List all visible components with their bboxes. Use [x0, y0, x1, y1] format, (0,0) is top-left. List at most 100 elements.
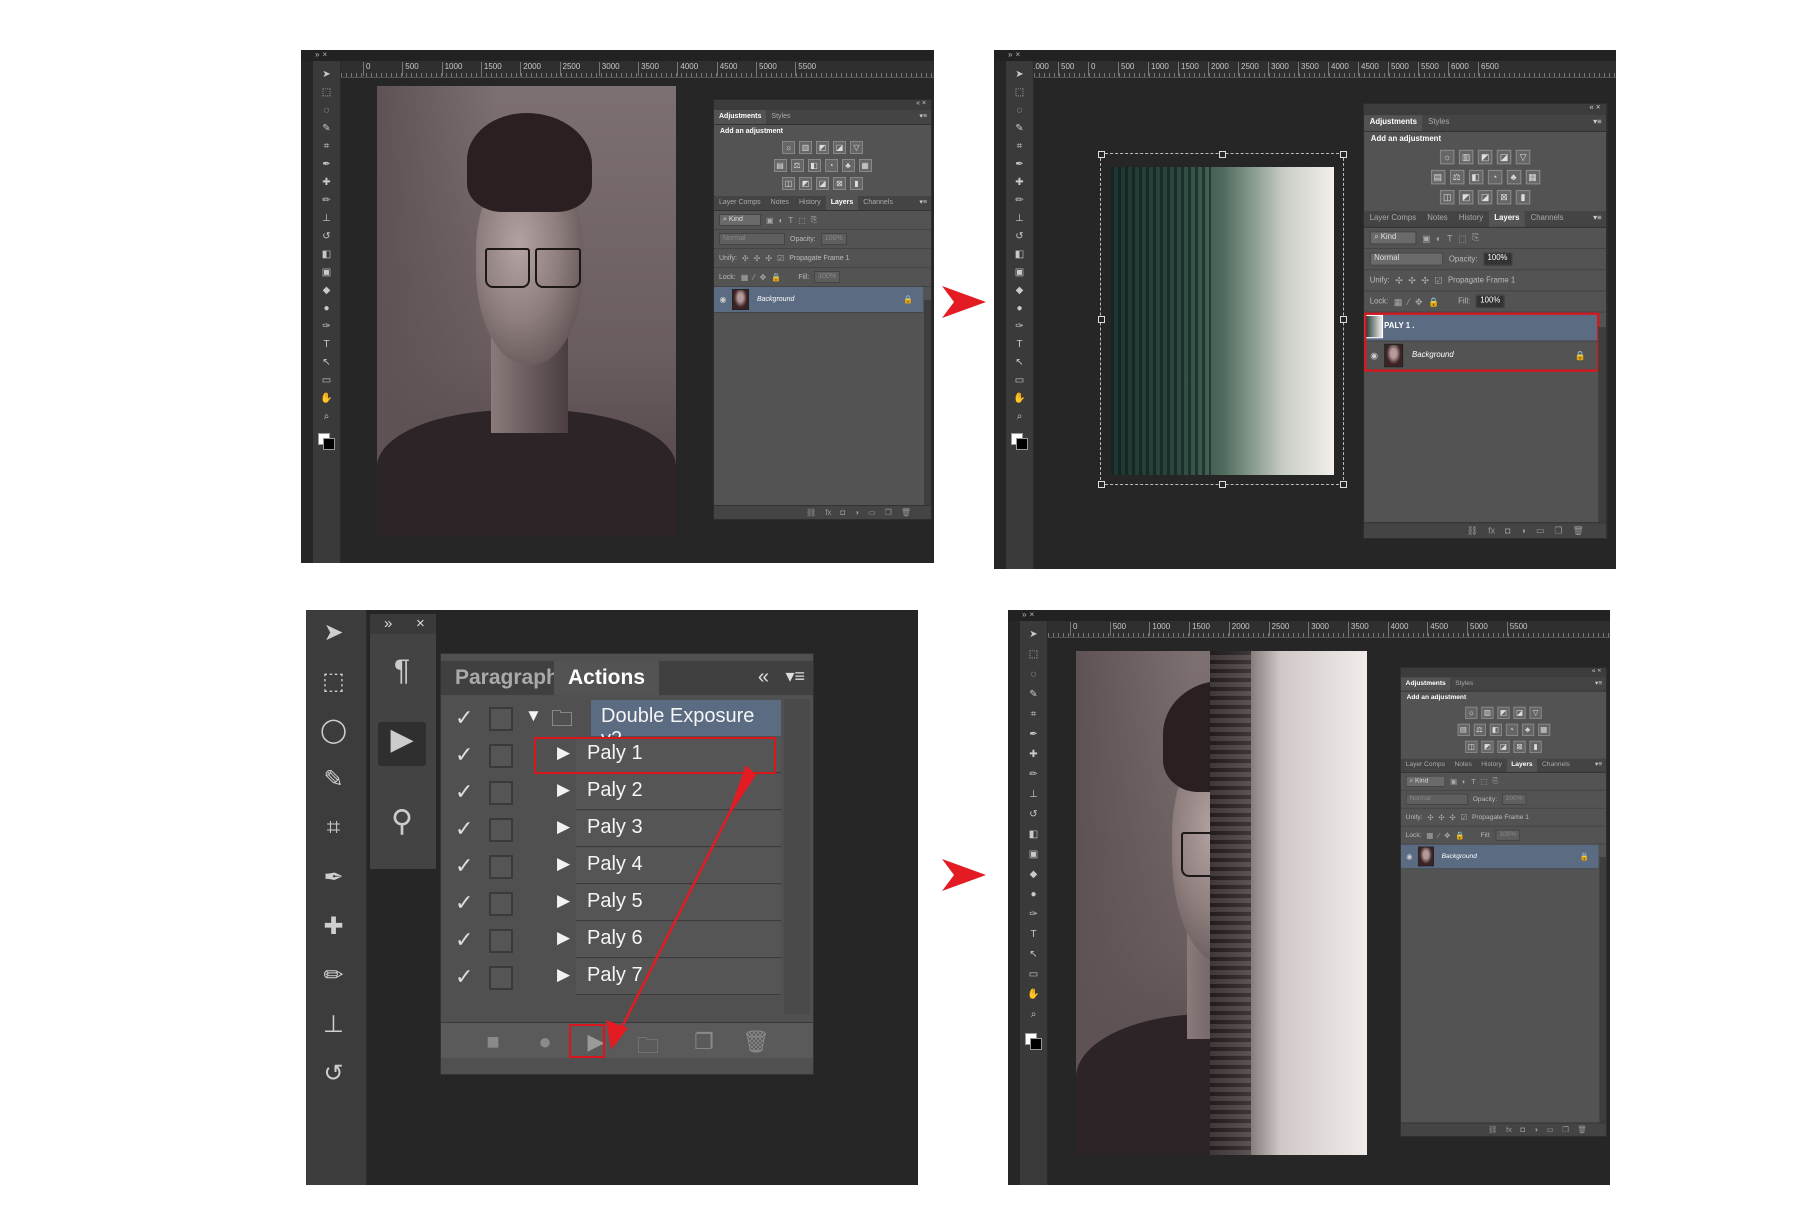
transform-handle[interactable] — [1098, 151, 1105, 158]
dodge-tool-icon[interactable]: ● — [1020, 889, 1047, 900]
filter-smart-object-icon[interactable]: ⎘ — [1492, 777, 1498, 786]
filter-type-icon[interactable]: T — [1447, 233, 1452, 243]
shape-tool-icon[interactable]: ▭ — [313, 375, 340, 386]
transform-handle[interactable] — [1340, 481, 1347, 488]
filter-adjustment-icon[interactable]: ◐ — [779, 216, 784, 225]
color-lookup-icon[interactable]: ▦ — [1537, 723, 1550, 736]
link-layers-icon[interactable]: ⛓ — [1488, 1125, 1498, 1134]
zoom-tool-icon[interactable]: ⌕ — [1006, 411, 1033, 422]
lasso-tool-icon[interactable]: ◌ — [1006, 105, 1033, 116]
tab-history[interactable]: History — [1476, 759, 1506, 772]
filter-adjustment-icon[interactable]: ◐ — [1436, 233, 1441, 243]
black-white-icon[interactable]: ◧ — [807, 158, 821, 172]
stamp-tool-icon[interactable]: ⊥ — [313, 213, 340, 224]
tab-adjustments[interactable]: Adjustments — [1400, 677, 1451, 691]
hand-tool-icon[interactable]: ✋ — [1006, 393, 1033, 404]
pen-tool-icon[interactable]: ✑ — [1020, 909, 1047, 920]
crop-tool-icon[interactable]: ⌗ — [1006, 141, 1033, 152]
dodge-tool-icon[interactable]: ● — [313, 303, 340, 314]
fill-field[interactable]: 100% — [814, 271, 841, 283]
gradient-map-icon[interactable]: ▮ — [1529, 740, 1542, 753]
fill-field[interactable]: 100% — [1495, 829, 1521, 841]
gradient-tool-icon[interactable]: ▣ — [1020, 849, 1047, 860]
lock-transparent-icon[interactable]: ▦ — [1394, 296, 1402, 306]
blur-tool-icon[interactable]: ◆ — [1020, 869, 1047, 880]
link-layers-icon[interactable]: ⛓ — [1467, 526, 1478, 536]
crop-tool-icon[interactable]: ⌗ — [313, 141, 340, 152]
panel-menu-icon[interactable]: ▾≡ — [1595, 679, 1602, 687]
invert-icon[interactable]: ◫ — [1439, 189, 1455, 204]
lock-transparent-icon[interactable]: ▦ — [741, 273, 749, 282]
path-select-tool-icon[interactable]: ↖ — [1006, 357, 1033, 368]
hue-saturation-icon[interactable]: ▤ — [773, 158, 787, 172]
filter-adjustment-icon[interactable]: ◐ — [1462, 777, 1467, 786]
tab-notes[interactable]: Notes — [766, 196, 794, 210]
tab-styles[interactable]: Styles — [1423, 115, 1455, 131]
stamp-tool-icon[interactable]: ⊥ — [1020, 789, 1047, 800]
stamp-tool-icon[interactable]: ⊥ — [1006, 213, 1033, 224]
blend-mode-select[interactable]: Normal — [719, 233, 785, 245]
threshold-icon[interactable]: ◪ — [1477, 189, 1493, 204]
tab-layer-comps[interactable]: Layer Comps — [714, 196, 766, 210]
expand-close-icons[interactable]: »× — [315, 50, 330, 59]
new-adjustment-icon[interactable]: ◑ — [1521, 526, 1526, 536]
channel-mixer-icon[interactable]: ♣ — [1506, 169, 1521, 184]
healing-tool-icon[interactable]: ✚ — [1006, 177, 1033, 188]
collapse-close-icons[interactable]: « × — [1592, 668, 1601, 675]
marquee-tool-icon[interactable]: ⬚ — [313, 87, 340, 98]
link-layers-icon[interactable]: ⛓ — [806, 508, 816, 517]
visibility-eye-icon[interactable]: ◉ — [1401, 852, 1418, 861]
color-balance-icon[interactable]: ⚖ — [790, 158, 804, 172]
threshold-icon[interactable]: ◪ — [1497, 740, 1510, 753]
quick-select-tool-icon[interactable]: ✎ — [1006, 123, 1033, 134]
background-color-swatch[interactable] — [323, 438, 335, 450]
tab-adjustments[interactable]: Adjustments — [1364, 115, 1423, 131]
unify-visibility-icon[interactable]: ✣ — [1438, 813, 1444, 822]
filter-shape-icon[interactable]: ⬚ — [1481, 777, 1488, 786]
delete-layer-icon[interactable]: 🗑 — [1578, 1125, 1588, 1134]
layer-row[interactable]: ◉ Background 🔒 — [1400, 844, 1599, 870]
new-adjustment-icon[interactable]: ◑ — [1533, 1125, 1538, 1134]
shape-tool-icon[interactable]: ▭ — [1020, 969, 1047, 980]
dodge-tool-icon[interactable]: ● — [1006, 303, 1033, 314]
tab-channels[interactable]: Channels — [858, 196, 898, 210]
posterize-icon[interactable]: ◩ — [1481, 740, 1494, 753]
quick-select-tool-icon[interactable]: ✎ — [1020, 689, 1047, 700]
new-group-icon[interactable]: ▭ — [1547, 1125, 1554, 1134]
add-mask-icon[interactable]: ◘ — [840, 508, 845, 517]
type-tool-icon[interactable]: T — [1006, 339, 1033, 350]
selective-color-icon[interactable]: ⊠ — [1496, 189, 1512, 204]
curves-icon[interactable]: ◩ — [816, 140, 829, 154]
marquee-tool-icon[interactable]: ⬚ — [1006, 87, 1033, 98]
gradient-tool-icon[interactable]: ▣ — [313, 267, 340, 278]
zoom-tool-icon[interactable]: ⌕ — [313, 411, 340, 422]
crop-tool-icon[interactable]: ⌗ — [1020, 709, 1047, 720]
tab-notes[interactable]: Notes — [1422, 211, 1454, 227]
path-select-tool-icon[interactable]: ↖ — [1020, 949, 1047, 960]
hue-saturation-icon[interactable]: ▤ — [1430, 169, 1445, 184]
filter-smart-object-icon[interactable]: ⎘ — [811, 215, 817, 225]
panel-menu-icon[interactable]: ▾≡ — [1593, 213, 1601, 223]
curves-icon[interactable]: ◩ — [1477, 149, 1493, 164]
tab-layer-comps[interactable]: Layer Comps — [1364, 211, 1422, 227]
lock-position-icon[interactable]: ✥ — [1444, 831, 1450, 840]
channel-mixer-icon[interactable]: ♣ — [1521, 723, 1534, 736]
panel-menu-icon[interactable]: ▾≡ — [919, 112, 927, 120]
transform-handle[interactable] — [1219, 151, 1226, 158]
fill-field[interactable]: 100% — [1475, 294, 1505, 309]
lasso-tool-icon[interactable]: ◌ — [1020, 669, 1047, 680]
tab-styles[interactable]: Styles — [1450, 677, 1477, 690]
filter-image-icon[interactable]: ▣ — [766, 216, 774, 225]
propagate-checkbox[interactable]: ☑ — [777, 254, 784, 263]
fx-icon[interactable]: fx — [825, 508, 831, 517]
tab-history[interactable]: History — [794, 196, 826, 210]
gradient-map-icon[interactable]: ▮ — [1515, 189, 1531, 204]
type-tool-icon[interactable]: T — [313, 339, 340, 350]
panel-menu-icon[interactable]: ▾≡ — [1593, 117, 1601, 127]
expand-close-icons[interactable]: »× — [1022, 610, 1037, 619]
hue-saturation-icon[interactable]: ▤ — [1457, 723, 1470, 736]
panel-scrollbar[interactable] — [1598, 327, 1607, 523]
unify-visibility-icon[interactable]: ✣ — [754, 254, 761, 263]
lasso-tool-icon[interactable]: ◌ — [313, 105, 340, 116]
exposure-icon[interactable]: ◪ — [833, 140, 846, 154]
